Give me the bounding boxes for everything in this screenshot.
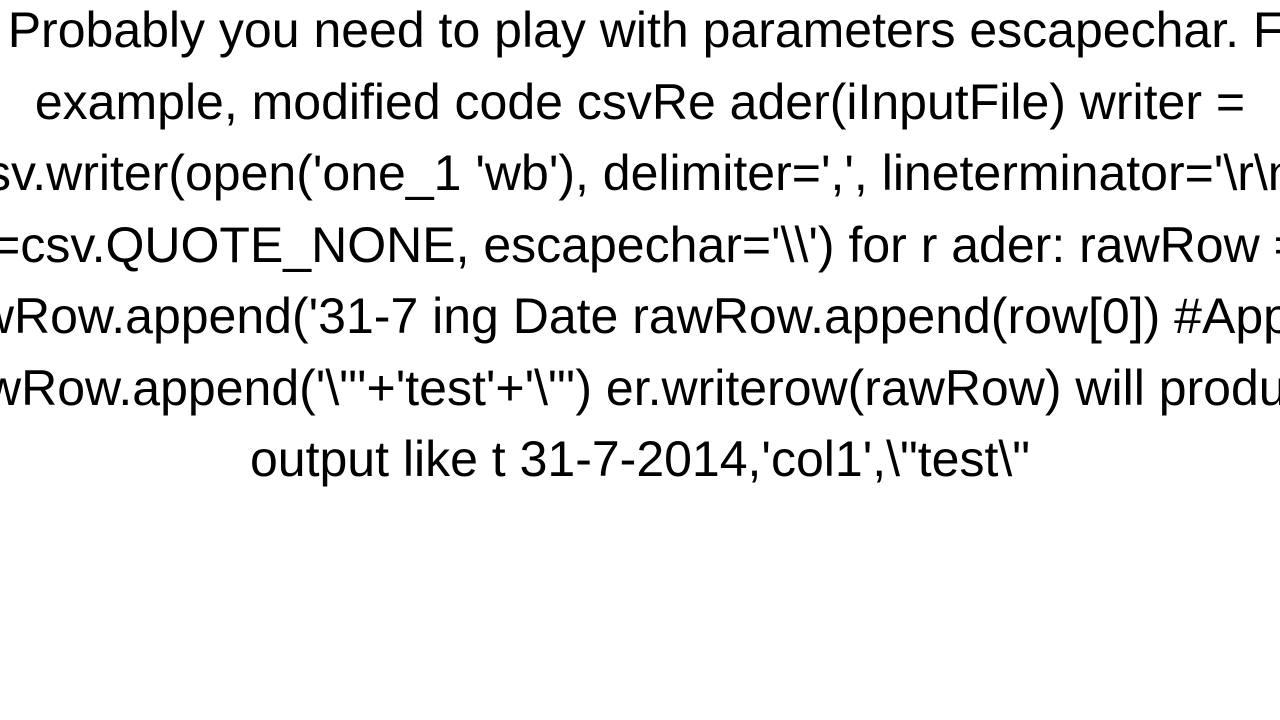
- document-body-text: 2: Probably you need to play with parame…: [0, 0, 1280, 496]
